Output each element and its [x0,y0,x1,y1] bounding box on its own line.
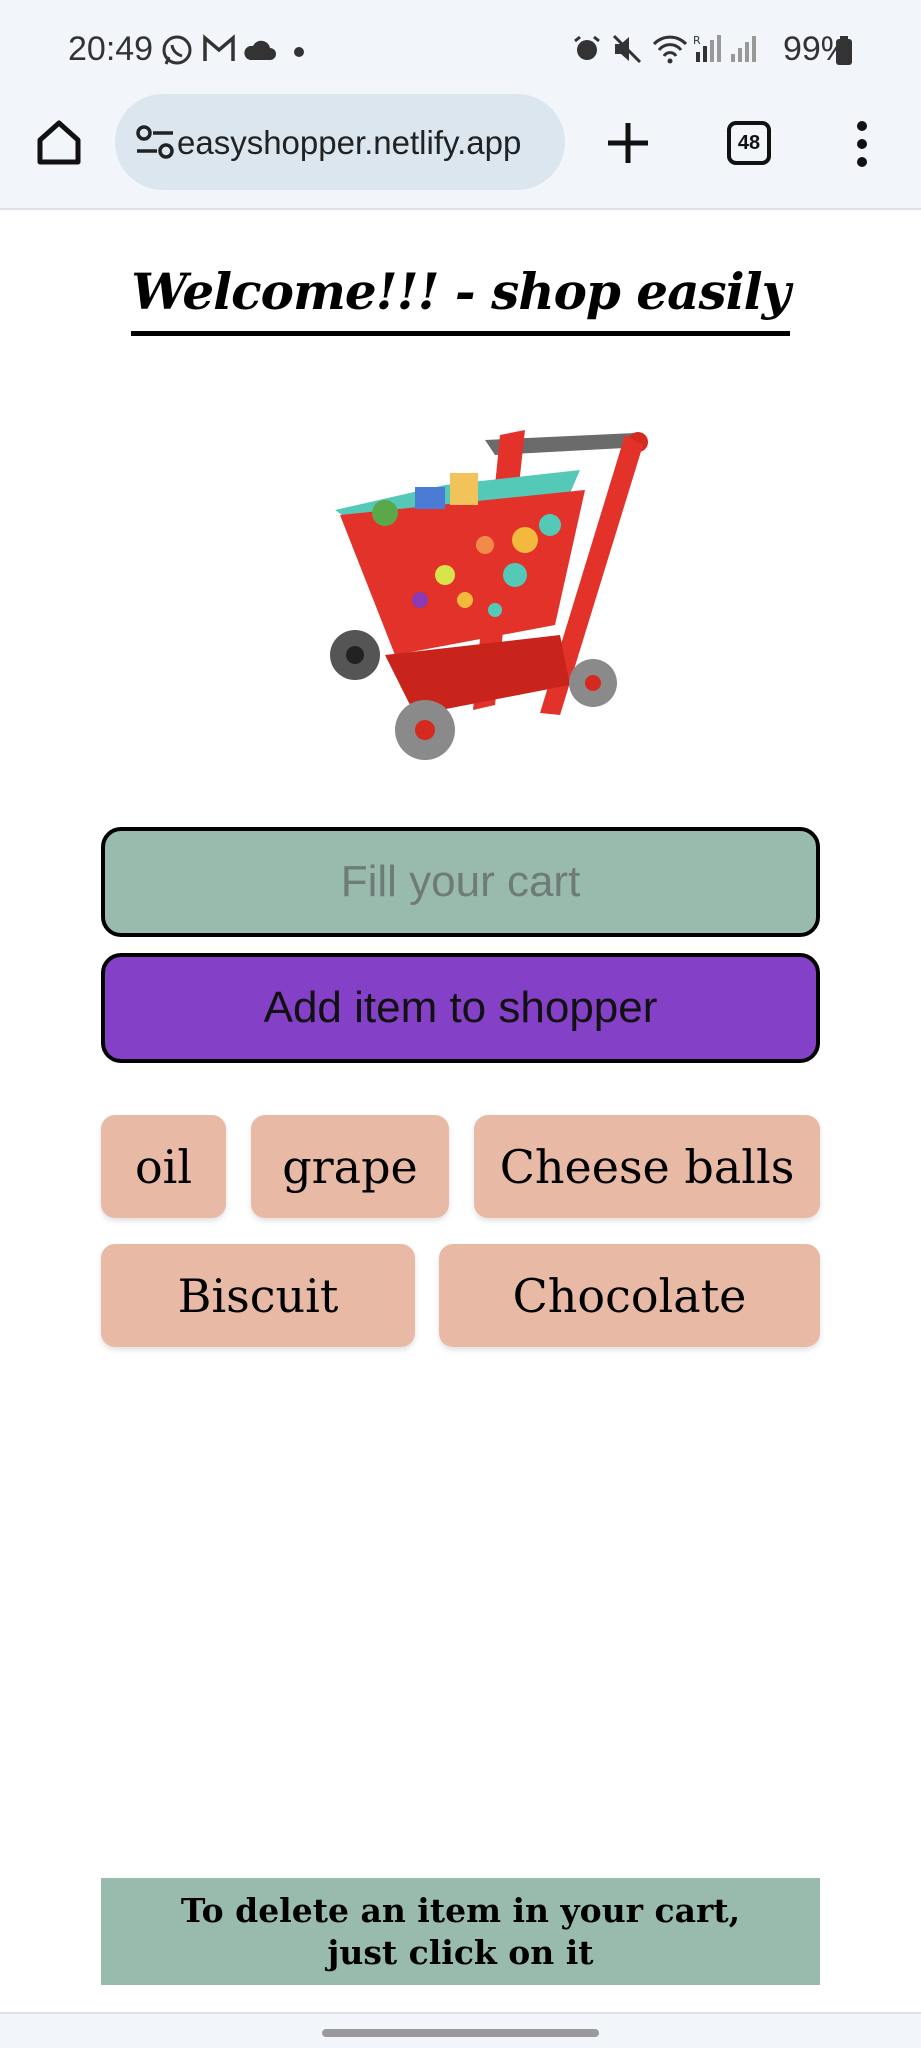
cart-item[interactable]: grape [251,1115,449,1218]
site-settings-icon[interactable] [135,124,175,165]
shopping-cart-image [325,415,655,770]
gesture-handle[interactable] [322,2029,599,2037]
gmail-icon [202,34,236,69]
delete-hint: To delete an item in your cart, just cli… [101,1878,820,1985]
cart-item[interactable]: Cheese balls [474,1115,820,1218]
wifi-icon [652,34,688,69]
page-title: Welcome!!! - shop easily [131,262,791,336]
cart-item[interactable]: oil [101,1115,226,1218]
status-bar: 20:49 R 99% [0,0,921,90]
plus-icon[interactable] [600,115,656,171]
page-header: Welcome!!! - shop easily [0,262,921,336]
cart-item[interactable]: Chocolate [439,1244,820,1347]
cart-item[interactable]: Biscuit [101,1244,415,1347]
mute-icon [612,34,644,69]
tab-switcher-button[interactable]: 48 [727,121,771,165]
dot-icon [293,45,305,63]
svg-text:R: R [693,34,701,47]
add-item-button[interactable]: Add item to shopper [101,953,820,1063]
signal-icon [730,34,756,69]
address-bar[interactable]: easyshopper.netlify.app [115,94,565,190]
url-text: easyshopper.netlify.app [177,124,522,161]
browser-toolbar: easyshopper.netlify.app 48 [0,90,921,210]
home-icon[interactable] [34,118,84,168]
alarm-icon [572,34,602,69]
whatsapp-icon [160,34,194,73]
navigation-bar [0,2012,921,2048]
cloud-icon [242,38,276,67]
item-input[interactable]: Fill your cart [101,827,820,937]
battery-icon [835,36,853,71]
signal-r-icon: R [693,34,721,69]
more-menu-icon[interactable] [850,114,874,174]
status-time: 20:49 [68,30,154,68]
